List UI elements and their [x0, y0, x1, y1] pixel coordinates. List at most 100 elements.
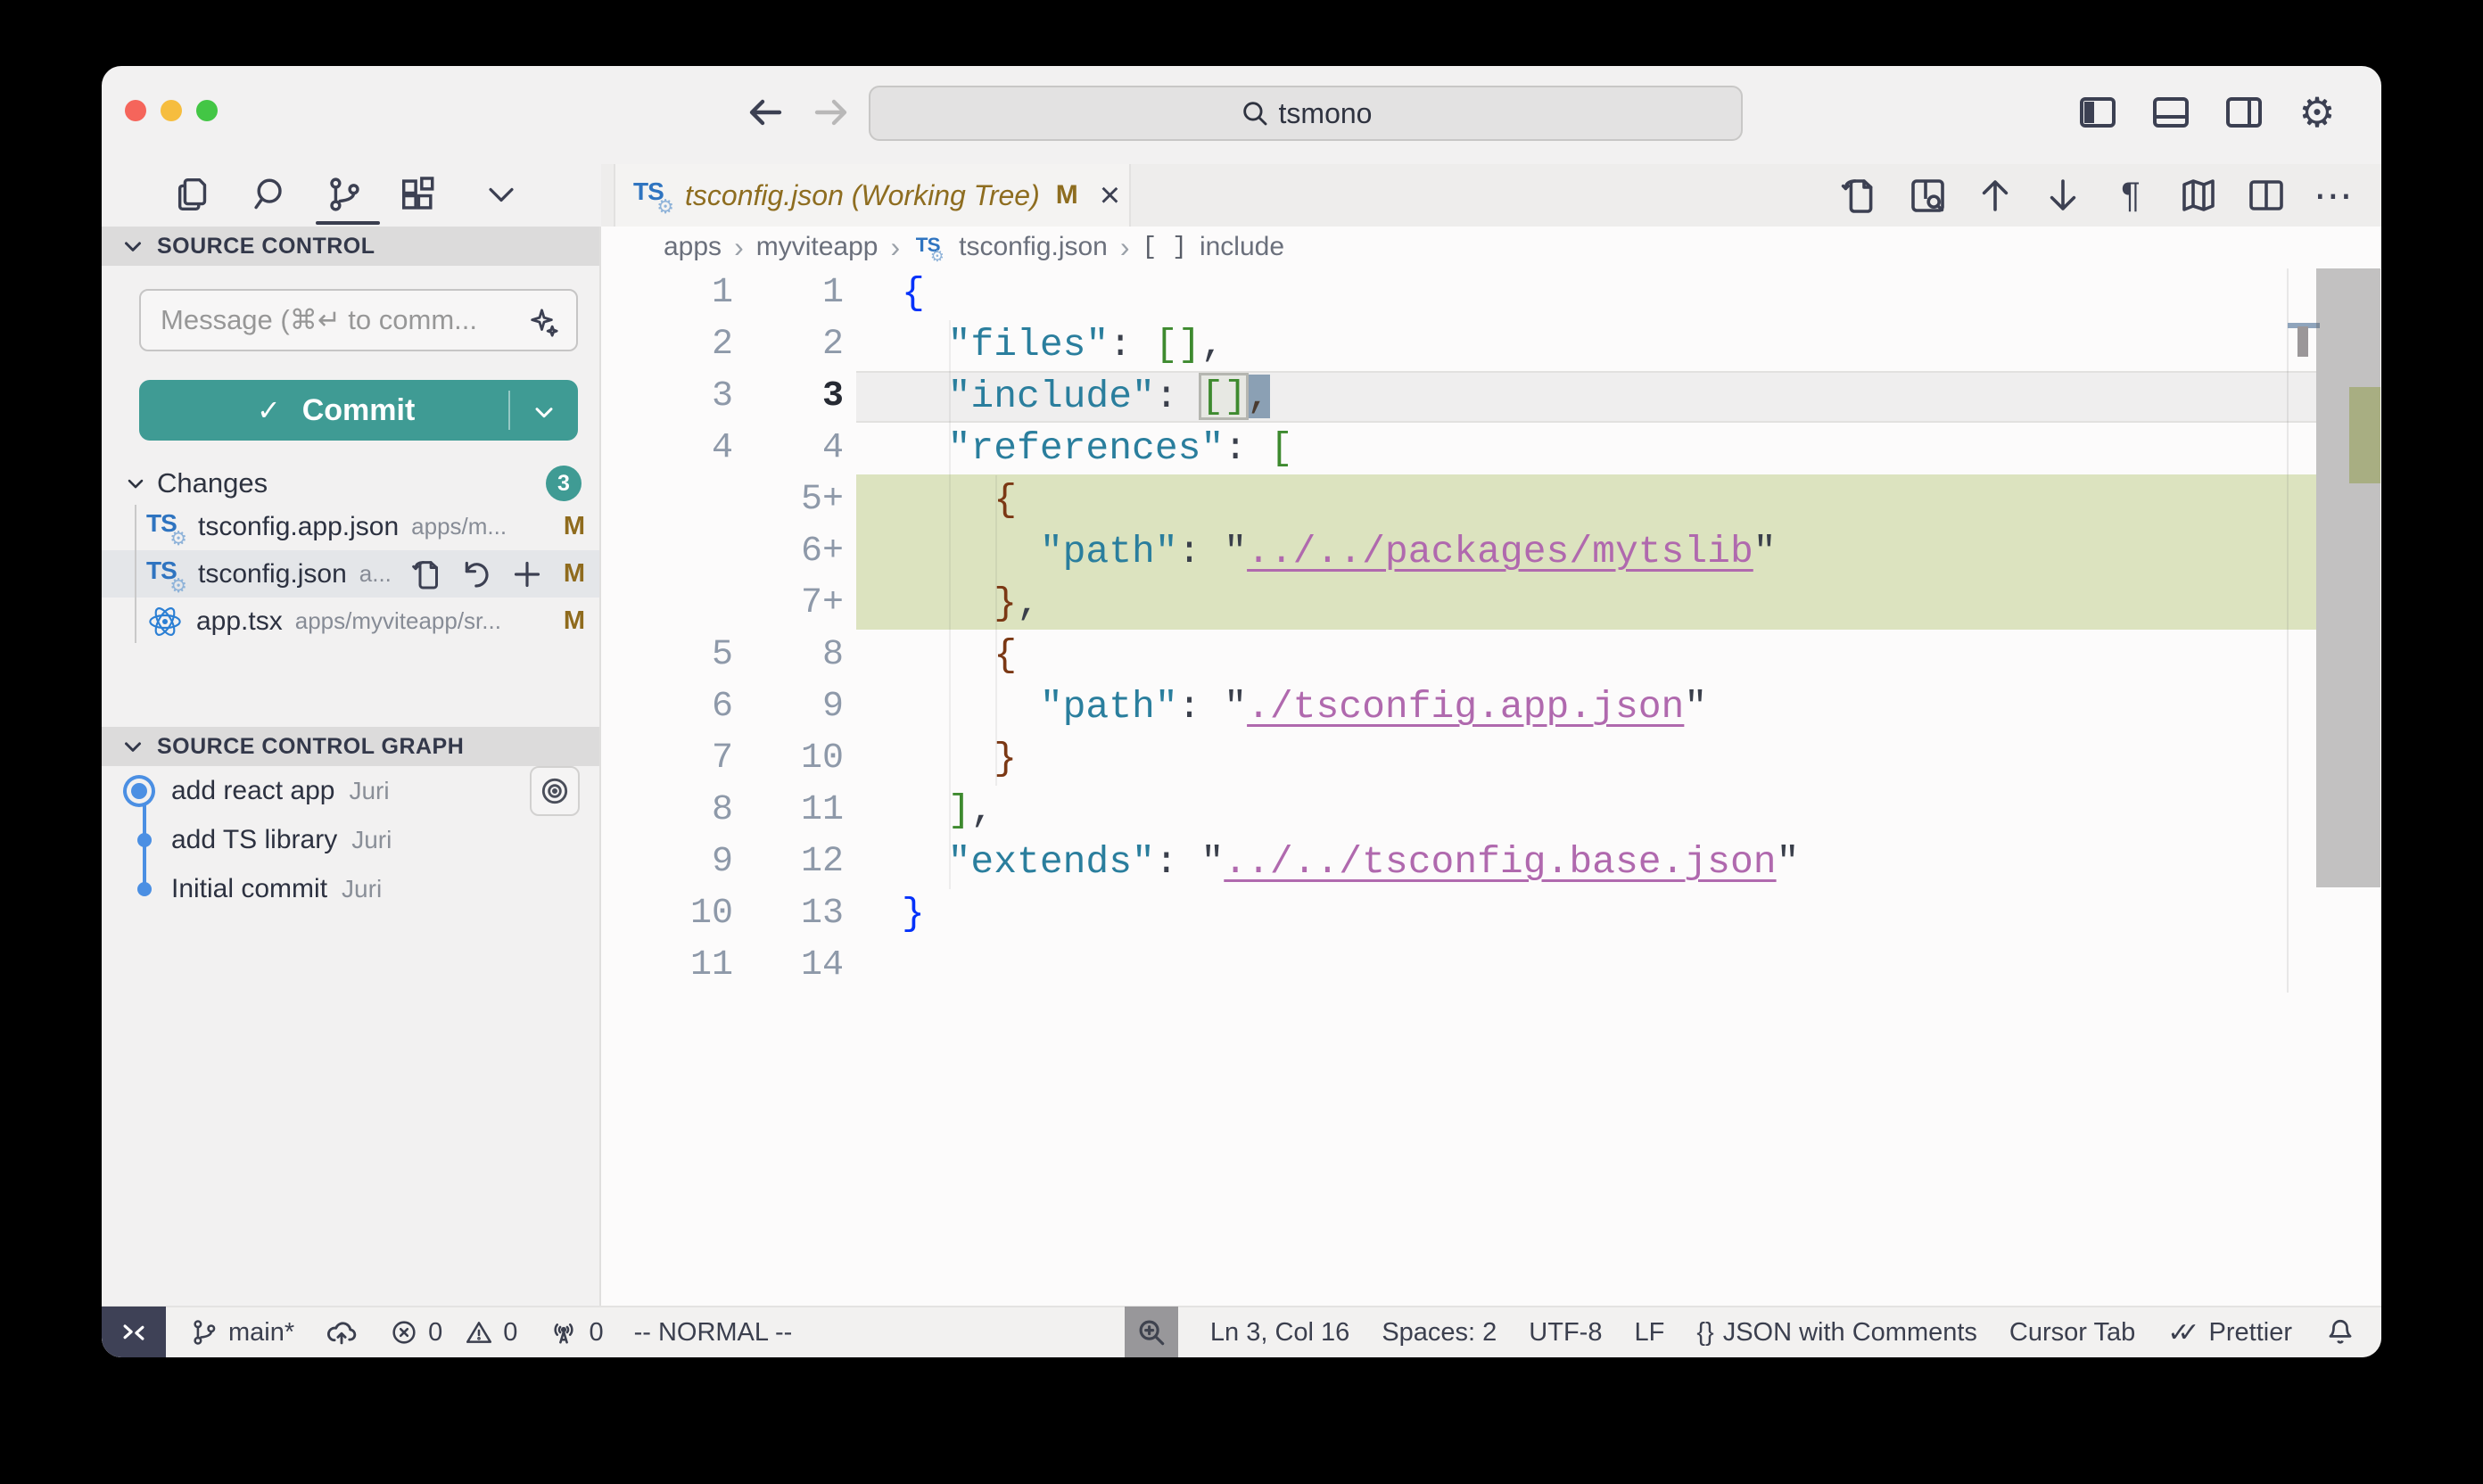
original-line-number: 11: [601, 940, 744, 992]
modified-badge: M: [564, 512, 585, 541]
problems-indicator[interactable]: 0 0: [389, 1317, 517, 1348]
cloud-upload-icon: [325, 1315, 359, 1349]
branch-indicator[interactable]: main*: [189, 1317, 294, 1348]
window-controls: [125, 100, 218, 121]
code-line[interactable]: 22 "files": [],: [601, 319, 2381, 371]
source-control-graph-section-header[interactable]: SOURCE CONTROL GRAPH: [102, 727, 599, 766]
code-line[interactable]: 44 "references": [: [601, 423, 2381, 474]
toggle-panel-button[interactable]: [2148, 89, 2194, 136]
map-icon[interactable]: [2174, 171, 2223, 219]
code-text-added: "path": "../../packages/mytslib": [856, 526, 2316, 578]
original-line-number: 2: [601, 319, 744, 371]
zoom-window-button[interactable]: [196, 100, 218, 121]
inline-view-icon[interactable]: [1903, 171, 1951, 219]
open-changes-icon[interactable]: [1835, 171, 1884, 219]
source-control-section-header[interactable]: SOURCE CONTROL: [102, 227, 599, 266]
commit-dropdown-chevron-icon[interactable]: [530, 398, 558, 426]
original-line-number: 10: [601, 888, 744, 940]
change-row-app-tsx[interactable]: app.tsx apps/myviteapp/sr... M: [102, 598, 599, 645]
breadcrumb-include[interactable]: include: [1200, 232, 1284, 262]
changes-section-header[interactable]: Changes 3: [102, 464, 599, 503]
indentation-indicator[interactable]: Spaces: 2: [1382, 1318, 1497, 1348]
changes-list: TS⚙ tsconfig.app.json apps/m... M TS⚙ ts…: [102, 503, 599, 645]
code-line[interactable]: 5+ {: [601, 474, 2381, 526]
change-row-tsconfig-json[interactable]: TS⚙ tsconfig.json a... M: [102, 550, 599, 598]
sync-changes-button[interactable]: [325, 1315, 359, 1349]
code-line[interactable]: 1114: [601, 940, 2381, 992]
explorer-icon[interactable]: [169, 169, 219, 219]
code-line[interactable]: 33 "include": [],: [601, 371, 2381, 423]
back-button[interactable]: [744, 91, 787, 134]
previous-change-icon[interactable]: [1971, 171, 2019, 219]
tab-close-icon[interactable]: ×: [1100, 177, 1120, 213]
cursor-position-indicator[interactable]: Ln 3, Col 16: [1210, 1318, 1349, 1348]
eol-indicator[interactable]: LF: [1634, 1318, 1664, 1348]
change-row-tsconfig-app-json[interactable]: TS⚙ tsconfig.app.json apps/m... M: [102, 503, 599, 550]
next-change-icon[interactable]: [2039, 171, 2087, 219]
render-whitespace-icon[interactable]: ¶: [2107, 171, 2155, 219]
formatter-indicator[interactable]: ✓✓ Prettier: [2167, 1317, 2292, 1348]
language-mode-indicator[interactable]: {} JSON with Comments: [1696, 1318, 1977, 1348]
commit-message-input[interactable]: Message (⌘↵ to comm...: [139, 289, 578, 351]
open-file-icon[interactable]: [409, 556, 445, 592]
search-view-icon[interactable]: [246, 169, 296, 219]
commit-row-add-react-app[interactable]: add react app Juri: [102, 766, 599, 815]
settings-gear-icon[interactable]: ⚙: [2294, 89, 2340, 136]
forward-button[interactable]: [810, 91, 853, 134]
notifications-bell-icon[interactable]: [2324, 1316, 2356, 1348]
code-line[interactable]: 1013}: [601, 888, 2381, 940]
warning-icon: [464, 1317, 494, 1348]
commit-row-add-ts-library[interactable]: add TS library Juri: [102, 815, 599, 864]
code-line[interactable]: 58 {: [601, 630, 2381, 681]
commit-graph: add react app Juri add TS library Juri I…: [102, 766, 599, 913]
tab-tsconfig-working-tree[interactable]: TS⚙ tsconfig.json (Working Tree) M ×: [614, 164, 1131, 227]
more-actions-icon[interactable]: ⋯: [2310, 171, 2358, 219]
command-center-search[interactable]: tsmono: [869, 86, 1743, 141]
vim-mode-indicator[interactable]: -- NORMAL --: [634, 1318, 793, 1348]
ts-file-icon: TS⚙: [146, 556, 186, 592]
code-line[interactable]: 6+ "path": "../../packages/mytslib": [601, 526, 2381, 578]
modified-line-number: 14: [744, 940, 856, 992]
modified-badge: M: [564, 559, 585, 589]
commit-button[interactable]: ✓ Commit: [139, 380, 578, 441]
modified-line-number: 9: [744, 681, 856, 733]
tab-completion-indicator[interactable]: Cursor Tab: [2009, 1318, 2135, 1348]
discard-changes-icon[interactable]: [459, 556, 495, 592]
vscode-window: tsmono ⚙: [102, 66, 2381, 1357]
check-icon: ✓: [257, 393, 281, 427]
ts-file-icon: TS⚙: [146, 509, 186, 545]
remote-indicator-button[interactable]: [102, 1307, 166, 1357]
modified-badge: M: [564, 606, 585, 636]
code-line[interactable]: 912 "extends": "../../tsconfig.base.json…: [601, 837, 2381, 888]
breadcrumb-myviteapp[interactable]: myviteapp: [756, 232, 879, 262]
code-line[interactable]: 710 }: [601, 733, 2381, 785]
generate-commit-message-sparkle-icon[interactable]: [526, 305, 562, 341]
original-line-number: 5: [601, 630, 744, 681]
breadcrumb-apps[interactable]: apps: [664, 232, 722, 262]
code-line[interactable]: 7+ },: [601, 578, 2381, 630]
code-line[interactable]: 811 ],: [601, 785, 2381, 837]
more-views-chevron-icon[interactable]: [476, 169, 526, 219]
toggle-secondary-sidebar-button[interactable]: [2221, 89, 2267, 136]
extensions-view-icon[interactable]: [393, 169, 443, 219]
close-window-button[interactable]: [125, 100, 146, 121]
vertical-scrollbar[interactable]: [2316, 268, 2380, 887]
encoding-indicator[interactable]: UTF-8: [1529, 1318, 1602, 1348]
source-control-view-icon[interactable]: [319, 169, 369, 219]
split-editor-icon[interactable]: [2242, 171, 2290, 219]
commit-row-initial-commit[interactable]: Initial commit Juri: [102, 864, 599, 913]
chevron-down-icon: [120, 733, 146, 760]
code-text: [856, 940, 2316, 992]
minimize-window-button[interactable]: [161, 100, 182, 121]
stage-changes-icon[interactable]: [509, 556, 545, 592]
titlebar: tsmono ⚙: [102, 66, 2381, 164]
goto-commit-button[interactable]: [530, 766, 580, 816]
toggle-primary-sidebar-button[interactable]: [2075, 89, 2121, 136]
code-area[interactable]: 11{22 "files": [],33 "include": [],44 "r…: [601, 268, 2381, 992]
code-line[interactable]: 11{: [601, 268, 2381, 319]
chevron-down-icon: [123, 471, 148, 496]
code-line[interactable]: 69 "path": "./tsconfig.app.json": [601, 681, 2381, 733]
breadcrumb-tsconfig-json[interactable]: tsconfig.json: [959, 232, 1108, 262]
ports-indicator[interactable]: 0: [548, 1316, 603, 1348]
zoom-indicator[interactable]: [1125, 1307, 1178, 1357]
